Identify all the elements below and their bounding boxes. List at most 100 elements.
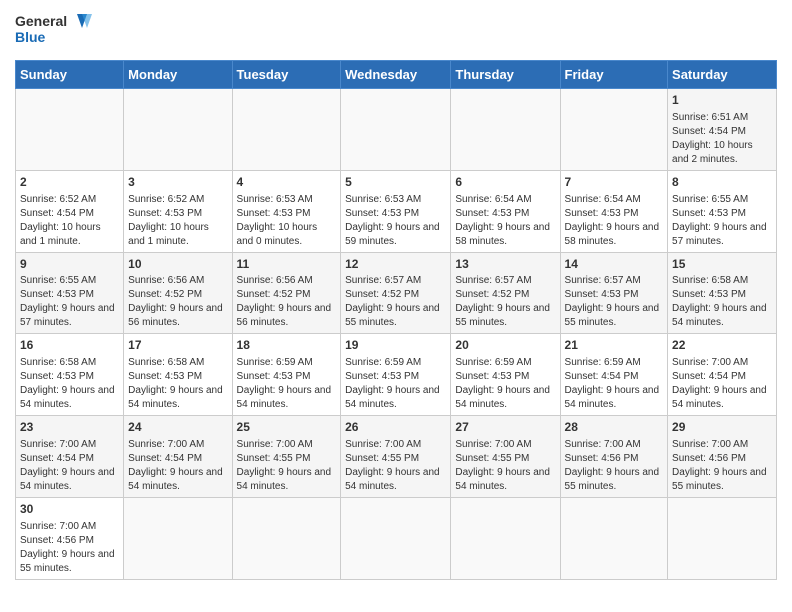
calendar-day-cell: 7 Sunrise: 6:54 AM Sunset: 4:53 PM Daylig… (560, 170, 668, 252)
day-number: 27 (455, 419, 555, 436)
calendar-day-cell: 16 Sunrise: 6:58 AM Sunset: 4:53 PM Dayli… (16, 334, 124, 416)
day-info: Sunrise: 6:59 AM Sunset: 4:53 PM Dayligh… (455, 356, 555, 412)
day-info: Sunrise: 6:56 AM Sunset: 4:52 PM Dayligh… (237, 274, 337, 330)
calendar-day-cell: 26Sunrise: 7:00 AM Sunset: 4:55 PM Dayli… (341, 416, 451, 498)
day-number: 22 (672, 337, 772, 354)
day-number: 17 (128, 337, 227, 354)
day-info: Sunrise: 6:55 AM Sunset: 4:53 PM Dayligh… (20, 274, 119, 330)
day-info: Sunrise: 6:57 AM Sunset: 4:52 PM Dayligh… (455, 274, 555, 330)
day-info: Sunrise: 6:56 AM Sunset: 4:52 PM Dayligh… (128, 274, 227, 330)
calendar-day-cell: 1 Sunrise: 6:51 AM Sunset: 4:54 PM Daylig… (668, 89, 777, 171)
day-info: Sunrise: 6:58 AM Sunset: 4:53 PM Dayligh… (20, 356, 119, 412)
day-info: Sunrise: 7:00 AM Sunset: 4:55 PM Dayligh… (455, 438, 555, 494)
day-info: Sunrise: 6:59 AM Sunset: 4:53 PM Dayligh… (345, 356, 446, 412)
calendar-day-cell: 25 Sunrise: 7:00 AM Sunset: 4:55 PM Dayli… (232, 416, 341, 498)
calendar-day-cell: 5 Sunrise: 6:53 AM Sunset: 4:53 PM Daylig… (341, 170, 451, 252)
day-number: 18 (237, 337, 337, 354)
calendar-day-cell (124, 89, 232, 171)
calendar-day-cell: 29 Sunrise: 7:00 AM Sunset: 4:56 PM Dayli… (668, 416, 777, 498)
calendar-day-cell (560, 497, 668, 579)
day-info: Sunrise: 6:51 AM Sunset: 4:54 PM Dayligh… (672, 111, 772, 167)
day-info: Sunrise: 6:54 AM Sunset: 4:53 PM Dayligh… (565, 193, 664, 249)
calendar-day-cell: 12Sunrise: 6:57 AM Sunset: 4:52 PM Dayli… (341, 252, 451, 334)
calendar-day-cell (232, 89, 341, 171)
weekday-header-wednesday: Wednesday (341, 61, 451, 89)
calendar-day-cell: 21Sunrise: 6:59 AM Sunset: 4:54 PM Dayli… (560, 334, 668, 416)
calendar-day-cell (451, 497, 560, 579)
calendar-day-cell: 24Sunrise: 7:00 AM Sunset: 4:54 PM Dayli… (124, 416, 232, 498)
calendar-day-cell (16, 89, 124, 171)
day-number: 9 (20, 256, 119, 273)
calendar-day-cell (560, 89, 668, 171)
calendar-day-cell: 14Sunrise: 6:57 AM Sunset: 4:53 PM Dayli… (560, 252, 668, 334)
calendar-day-cell (341, 89, 451, 171)
calendar-day-cell: 23 Sunrise: 7:00 AM Sunset: 4:54 PM Dayli… (16, 416, 124, 498)
weekday-header-saturday: Saturday (668, 61, 777, 89)
day-info: Sunrise: 6:57 AM Sunset: 4:53 PM Dayligh… (565, 274, 664, 330)
day-number: 2 (20, 174, 119, 191)
calendar-day-cell (124, 497, 232, 579)
calendar-day-cell: 27 Sunrise: 7:00 AM Sunset: 4:55 PM Dayli… (451, 416, 560, 498)
calendar-day-cell: 13Sunrise: 6:57 AM Sunset: 4:52 PM Dayli… (451, 252, 560, 334)
day-info: Sunrise: 7:00 AM Sunset: 4:56 PM Dayligh… (565, 438, 664, 494)
calendar-day-cell: 9Sunrise: 6:55 AM Sunset: 4:53 PM Daylig… (16, 252, 124, 334)
logo: General Blue (15, 10, 95, 54)
calendar-day-cell: 2 Sunrise: 6:52 AM Sunset: 4:54 PM Daylig… (16, 170, 124, 252)
calendar-week-4: 16 Sunrise: 6:58 AM Sunset: 4:53 PM Dayli… (16, 334, 777, 416)
calendar-week-2: 2 Sunrise: 6:52 AM Sunset: 4:54 PM Daylig… (16, 170, 777, 252)
day-number: 10 (128, 256, 227, 273)
day-info: Sunrise: 7:00 AM Sunset: 4:54 PM Dayligh… (128, 438, 227, 494)
day-number: 26 (345, 419, 446, 436)
day-info: Sunrise: 6:52 AM Sunset: 4:54 PM Dayligh… (20, 193, 119, 249)
calendar-day-cell (232, 497, 341, 579)
calendar-day-cell (668, 497, 777, 579)
day-info: Sunrise: 6:58 AM Sunset: 4:53 PM Dayligh… (128, 356, 227, 412)
day-number: 6 (455, 174, 555, 191)
day-number: 11 (237, 256, 337, 273)
calendar-day-cell: 15Sunrise: 6:58 AM Sunset: 4:53 PM Dayli… (668, 252, 777, 334)
day-info: Sunrise: 6:58 AM Sunset: 4:53 PM Dayligh… (672, 274, 772, 330)
calendar-week-6: 30 Sunrise: 7:00 AM Sunset: 4:56 PM Dayli… (16, 497, 777, 579)
day-number: 23 (20, 419, 119, 436)
calendar-day-cell: 8Sunrise: 6:55 AM Sunset: 4:53 PM Daylig… (668, 170, 777, 252)
day-number: 28 (565, 419, 664, 436)
calendar-week-3: 9Sunrise: 6:55 AM Sunset: 4:53 PM Daylig… (16, 252, 777, 334)
day-number: 30 (20, 501, 119, 518)
generalblue-logo: General Blue (15, 10, 95, 54)
day-number: 4 (237, 174, 337, 191)
day-number: 8 (672, 174, 772, 191)
weekday-header-thursday: Thursday (451, 61, 560, 89)
weekday-header-tuesday: Tuesday (232, 61, 341, 89)
calendar-day-cell: 6 Sunrise: 6:54 AM Sunset: 4:53 PM Daylig… (451, 170, 560, 252)
calendar-day-cell: 10Sunrise: 6:56 AM Sunset: 4:52 PM Dayli… (124, 252, 232, 334)
calendar-day-cell (451, 89, 560, 171)
day-number: 7 (565, 174, 664, 191)
day-info: Sunrise: 6:57 AM Sunset: 4:52 PM Dayligh… (345, 274, 446, 330)
calendar-day-cell: 22Sunrise: 7:00 AM Sunset: 4:54 PM Dayli… (668, 334, 777, 416)
day-info: Sunrise: 6:53 AM Sunset: 4:53 PM Dayligh… (345, 193, 446, 249)
calendar-week-5: 23 Sunrise: 7:00 AM Sunset: 4:54 PM Dayli… (16, 416, 777, 498)
weekday-header-friday: Friday (560, 61, 668, 89)
day-info: Sunrise: 7:00 AM Sunset: 4:54 PM Dayligh… (20, 438, 119, 494)
day-number: 15 (672, 256, 772, 273)
calendar-day-cell: 11Sunrise: 6:56 AM Sunset: 4:52 PM Dayli… (232, 252, 341, 334)
day-number: 21 (565, 337, 664, 354)
day-info: Sunrise: 6:52 AM Sunset: 4:53 PM Dayligh… (128, 193, 227, 249)
calendar-day-cell: 19 Sunrise: 6:59 AM Sunset: 4:53 PM Dayli… (341, 334, 451, 416)
day-number: 25 (237, 419, 337, 436)
calendar-day-cell (341, 497, 451, 579)
calendar-day-cell: 17 Sunrise: 6:58 AM Sunset: 4:53 PM Dayli… (124, 334, 232, 416)
weekday-header-monday: Monday (124, 61, 232, 89)
day-number: 29 (672, 419, 772, 436)
day-info: Sunrise: 6:54 AM Sunset: 4:53 PM Dayligh… (455, 193, 555, 249)
day-number: 19 (345, 337, 446, 354)
calendar-day-cell: 20Sunrise: 6:59 AM Sunset: 4:53 PM Dayli… (451, 334, 560, 416)
day-number: 5 (345, 174, 446, 191)
day-number: 16 (20, 337, 119, 354)
day-number: 3 (128, 174, 227, 191)
day-info: Sunrise: 7:00 AM Sunset: 4:55 PM Dayligh… (237, 438, 337, 494)
day-number: 1 (672, 92, 772, 109)
day-info: Sunrise: 7:00 AM Sunset: 4:56 PM Dayligh… (672, 438, 772, 494)
calendar-day-cell: 30 Sunrise: 7:00 AM Sunset: 4:56 PM Dayli… (16, 497, 124, 579)
day-info: Sunrise: 7:00 AM Sunset: 4:56 PM Dayligh… (20, 520, 119, 576)
